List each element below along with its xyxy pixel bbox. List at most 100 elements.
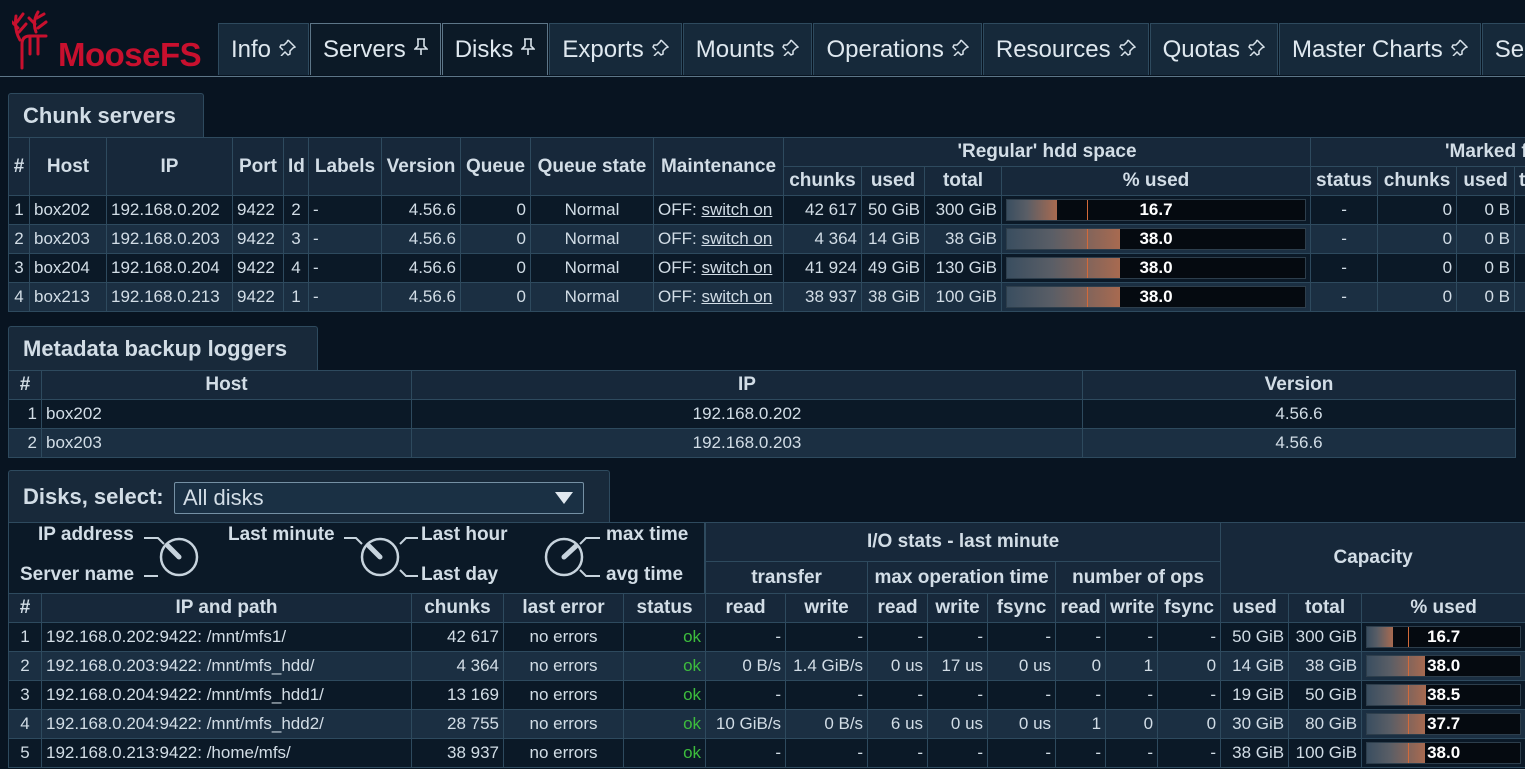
dk-col-optime-write[interactable]: write — [927, 593, 989, 623]
col-version[interactable]: Version — [381, 137, 461, 196]
col-host[interactable]: Host — [29, 137, 107, 196]
pin-icon[interactable] — [651, 38, 670, 61]
col-ip[interactable]: IP — [106, 137, 233, 196]
ops-fsync-cell: 0 — [1157, 709, 1222, 739]
ml-col-ip[interactable]: IP — [411, 370, 1083, 400]
tab-master-charts[interactable]: Master Charts — [1278, 23, 1481, 75]
col-queue[interactable]: Queue — [460, 137, 531, 196]
tab-se[interactable]: Se — [1481, 23, 1525, 75]
table-row[interactable]: 5 192.168.0.213:9422: /home/mfs/38 937 no … — [8, 738, 1525, 768]
switch-on-link[interactable]: switch on — [701, 287, 772, 306]
dk-col-pct-used[interactable]: % used — [1361, 593, 1525, 623]
moosefs-logo[interactable]: MooseFS — [12, 10, 212, 74]
dk-col-transfer-write[interactable]: write — [785, 593, 869, 623]
dk-col-total[interactable]: total — [1288, 593, 1363, 623]
pin-icon[interactable] — [412, 38, 429, 61]
ops-fsync-cell: - — [1157, 738, 1222, 768]
pct-used-cell: 16.7 — [1361, 622, 1525, 652]
usage-value: 37.7 — [1427, 714, 1461, 733]
tab-exports[interactable]: Exports — [549, 23, 682, 75]
pin-icon[interactable] — [1450, 38, 1468, 61]
table-row[interactable]: 3 192.168.0.204:9422: /mnt/mfs_hdd1/13 16… — [8, 680, 1525, 710]
switch-on-link[interactable]: switch on — [701, 258, 772, 277]
col-marked-used[interactable]: used — [1456, 166, 1516, 196]
col-port[interactable]: Port — [232, 137, 284, 196]
table-row[interactable]: 2 box203 192.168.0.203 9422 3-4.56.6 0 Normal O… — [8, 224, 1525, 254]
tab-label: Exports — [562, 35, 644, 63]
top-bar: MooseFS Info Servers Disks Exports Mounts Ope… — [0, 0, 1525, 78]
col-queue-state[interactable]: Queue state — [530, 137, 654, 196]
tab-operations[interactable]: Operations — [813, 23, 982, 75]
disk-select[interactable]: All disks — [174, 482, 584, 514]
row-num: 2 — [8, 651, 42, 681]
ops-read-cell: - — [1055, 738, 1107, 768]
dk-col-last-error[interactable]: last error — [503, 593, 624, 623]
ml-col-host[interactable]: Host — [41, 370, 412, 400]
col-labels[interactable]: Labels — [308, 137, 382, 196]
labels-cell: - — [308, 253, 382, 283]
table-row[interactable]: 4 192.168.0.204:9422: /mnt/mfs_hdd2/28 75… — [8, 709, 1525, 739]
moose-antlers-icon — [12, 10, 48, 70]
pin-icon[interactable] — [279, 38, 297, 61]
switch-on-link[interactable]: switch on — [701, 229, 772, 248]
dk-col-ops-fsync[interactable]: fsync — [1157, 593, 1222, 623]
tab-quotas[interactable]: Quotas — [1149, 23, 1278, 75]
col-total[interactable]: total — [924, 166, 1002, 196]
col-marked-total[interactable]: to — [1514, 166, 1525, 196]
table-row[interactable]: 3 box204 192.168.0.204 9422 4-4.56.6 0 Normal O… — [8, 253, 1525, 283]
host-cell: box202 — [41, 399, 412, 429]
table-row[interactable]: 1 192.168.0.202:9422: /mnt/mfs1/42 617 no … — [8, 622, 1525, 652]
pin-icon[interactable] — [1118, 38, 1136, 61]
dk-col-used[interactable]: used — [1220, 593, 1290, 623]
col-id[interactable]: Id — [283, 137, 309, 196]
switch-on-link[interactable]: switch on — [701, 200, 772, 219]
optime-fsync-cell: 0 us — [987, 709, 1057, 739]
pin-icon[interactable] — [520, 38, 537, 61]
col-pct-used[interactable]: % used — [1000, 166, 1312, 196]
used-cell: 19 GiB — [1220, 680, 1290, 710]
dk-col-ip-path[interactable]: IP and path — [41, 593, 412, 623]
col-marked-status[interactable]: status — [1310, 166, 1379, 196]
ml-col-version[interactable]: Version — [1082, 370, 1516, 400]
pct-used-cell: 38.0 — [1361, 738, 1525, 768]
dk-col-transfer-read[interactable]: read — [705, 593, 787, 623]
metaloggers-title: Metadata backup loggers — [8, 326, 318, 370]
transfer-read-cell: - — [705, 738, 787, 768]
table-row[interactable]: 2 box203 192.168.0.203 4.56.6 — [8, 428, 1516, 458]
disk-select-value: All disks — [183, 485, 264, 510]
marked-chunks-cell: 0 — [1377, 224, 1458, 254]
pin-icon[interactable] — [1248, 38, 1266, 61]
tab-servers[interactable]: Servers — [310, 23, 441, 75]
regular-hdd-space-header: 'Regular' hdd space — [782, 137, 1312, 167]
used-cell: 38 GiB — [1220, 738, 1290, 768]
col-maintenance[interactable]: Maintenance — [653, 137, 784, 196]
tab-mounts[interactable]: Mounts — [682, 23, 813, 75]
table-row[interactable]: 1 box202 192.168.0.202 4.56.6 — [8, 399, 1516, 429]
table-row[interactable]: 2 192.168.0.203:9422: /mnt/mfs_hdd/4 364 n… — [8, 651, 1525, 681]
port-cell: 9422 — [232, 282, 284, 312]
maintenance-state: OFF: — [658, 229, 697, 248]
dk-col-status[interactable]: status — [622, 593, 707, 623]
table-row[interactable]: 4 box213 192.168.0.213 9422 1-4.56.6 0 Normal O… — [8, 282, 1525, 312]
col-marked-chunks[interactable]: chunks — [1377, 166, 1458, 196]
labels-cell: - — [308, 282, 382, 312]
col-used[interactable]: used — [861, 166, 925, 196]
total-cell: 38 GiB — [924, 224, 1002, 254]
marked-total-cell — [1514, 253, 1525, 283]
dk-col-chunks[interactable]: chunks — [411, 593, 504, 623]
pin-icon[interactable] — [951, 38, 970, 61]
dk-col-ops-read[interactable]: read — [1055, 593, 1107, 623]
ops-write-cell: 1 — [1105, 651, 1159, 681]
tab-info[interactable]: Info — [218, 23, 310, 75]
dk-col-ops-write[interactable]: write — [1105, 593, 1159, 623]
tab-resources[interactable]: Resources — [982, 23, 1149, 75]
dk-col-optime-read[interactable]: read — [867, 593, 929, 623]
table-row[interactable]: 1 box202 192.168.0.202 9422 2-4.56.6 0 Normal O… — [8, 195, 1525, 225]
pin-icon[interactable] — [782, 38, 800, 61]
dk-col-optime-fsync[interactable]: fsync — [987, 593, 1057, 623]
ops-write-cell: 0 — [1105, 709, 1159, 739]
tab-label: Disks — [454, 35, 514, 63]
col-chunks[interactable]: chunks — [783, 166, 862, 196]
tab-disks[interactable]: Disks — [441, 23, 549, 75]
host-cell: box203 — [41, 428, 412, 458]
